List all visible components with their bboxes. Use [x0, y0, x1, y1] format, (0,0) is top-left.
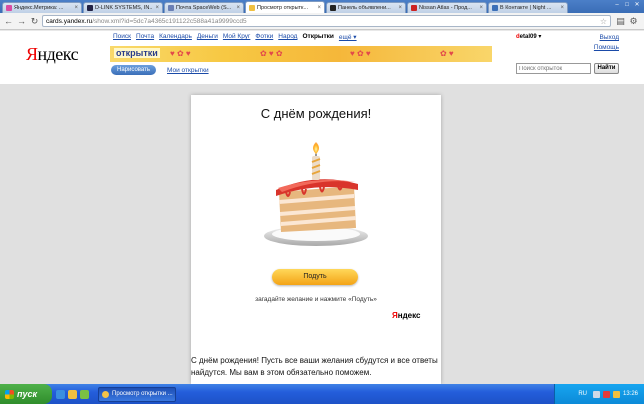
bookmark-star-icon[interactable]: ☆	[600, 17, 607, 26]
logout-link[interactable]: Выход	[594, 33, 619, 43]
tab-favicon-icon	[87, 5, 93, 11]
language-indicator[interactable]: RU	[578, 391, 587, 397]
forward-icon[interactable]: →	[16, 16, 27, 27]
start-label: пуск	[17, 389, 38, 399]
window-controls: – □ ✕	[612, 1, 642, 9]
browser-tab[interactable]: D-LINK SYSTEMS, IN... ×	[83, 2, 163, 13]
browser-tab[interactable]: Яндекс.Метрика: ... ×	[2, 2, 82, 13]
address-bar[interactable]: cards.yandex.ru/show.xml?id=5dc7a4365c19…	[42, 15, 611, 27]
greeting-card: С днём рождения! Подуть загадайте желани…	[191, 95, 441, 384]
nav-link[interactable]: Народ	[278, 33, 297, 41]
tab-favicon-icon	[249, 4, 255, 11]
web-page: Яндекс Поиск Почта Календарь Деньги Мой Круг…	[0, 31, 644, 384]
browser-tab[interactable]: Панель объявлени... ×	[326, 2, 406, 13]
browser-tab[interactable]: Просмотр открытк... ×	[245, 1, 325, 13]
back-icon[interactable]: ←	[3, 16, 14, 27]
minimize-icon[interactable]: –	[612, 1, 622, 9]
system-tray: RU 13:26	[554, 384, 644, 404]
clock: 13:26	[622, 391, 638, 397]
tab-favicon-icon	[168, 5, 174, 11]
quick-launch	[56, 389, 92, 399]
ie-icon[interactable]	[56, 389, 65, 399]
windows-taskbar: пуск Просмотр открытки ... RU 13:26	[0, 384, 644, 404]
tab-favicon-icon	[411, 5, 417, 11]
heart-decoration-icon: ♥ ✿ ♥	[170, 49, 191, 58]
banner-label[interactable]: открытки	[114, 48, 160, 58]
tab-close-icon[interactable]: ×	[74, 5, 78, 11]
nav-link[interactable]: Календарь	[159, 33, 192, 41]
browser-tab[interactable]: Nissan Atlas - Прод... ×	[407, 2, 487, 13]
browser-tab-strip: Яндекс.Метрика: ... × D-LINK SYSTEMS, IN..…	[0, 0, 644, 13]
tab-label: Яндекс.Метрика: ...	[14, 5, 64, 11]
url-domain: cards.yandex.ru	[46, 17, 93, 25]
flower-decoration-icon: ✿ ♥ ✿	[260, 49, 283, 58]
blow-button[interactable]: Подуть	[272, 269, 358, 285]
nav-link[interactable]: Деньги	[197, 33, 218, 41]
browser-toolbar: ← → ↻ cards.yandex.ru/show.xml?id=5dc7a4…	[0, 13, 644, 30]
wish-hint: загадайте желание и нажмите «Подуть»	[255, 296, 377, 303]
close-icon[interactable]: ✕	[632, 1, 642, 9]
birthday-cake-icon	[264, 142, 368, 246]
tab-label: В Контакте | Night ...	[500, 5, 552, 11]
my-cards-link[interactable]: Мои открытки	[167, 67, 209, 74]
top-links: Выход Помощь	[594, 33, 619, 53]
taskbar-window-browser[interactable]: Просмотр открытки ...	[98, 386, 176, 402]
browser-window-icon	[102, 390, 109, 398]
tab-close-icon[interactable]: ×	[317, 5, 321, 11]
browser-tab[interactable]: Почта SpaceWeb (S... ×	[164, 2, 244, 13]
explorer-icon[interactable]	[80, 389, 89, 399]
windows-flag-icon	[5, 389, 14, 399]
nav-link[interactable]: Почта	[136, 33, 154, 41]
tab-close-icon[interactable]: ×	[155, 5, 159, 11]
services-nav: Поиск Почта Календарь Деньги Мой Круг Фотки На…	[113, 33, 362, 41]
url-path: /show.xml?id=5dc7a4365c191122c588a41a999…	[92, 17, 247, 25]
volume-icon[interactable]	[612, 390, 620, 398]
card-title: С днём рождения!	[260, 106, 372, 121]
tab-close-icon[interactable]: ×	[398, 5, 402, 11]
nav-link[interactable]: Мой Круг	[223, 33, 251, 41]
start-button[interactable]: пуск	[0, 384, 52, 404]
nav-link[interactable]: ещё ▾	[339, 33, 357, 41]
cards-banner: открытки ♥ ✿ ♥ ✿ ♥ ✿ ♥ ✿ ♥ ✿ ♥	[110, 46, 492, 62]
tab-label: Почта SpaceWeb (S...	[176, 5, 232, 11]
tab-label: D-LINK SYSTEMS, IN...	[95, 5, 154, 11]
tab-label: Панель объявлени...	[338, 5, 391, 11]
tab-close-icon[interactable]: ×	[236, 5, 240, 11]
wrench-icon[interactable]: ⚙	[628, 16, 639, 27]
tab-favicon-icon	[492, 5, 498, 11]
tab-label: Просмотр открытк...	[257, 4, 309, 11]
maximize-icon[interactable]: □	[622, 1, 632, 9]
tab-label: Nissan Atlas - Прод...	[419, 5, 472, 11]
network-icon[interactable]	[592, 390, 600, 398]
yandex-logo[interactable]: Яндекс	[26, 44, 79, 65]
search-input[interactable]	[516, 63, 591, 74]
tab-close-icon[interactable]: ×	[560, 5, 564, 11]
nav-link[interactable]: Поиск	[113, 33, 131, 41]
tab-favicon-icon	[6, 5, 12, 11]
flower-decoration-icon: ✿ ♥	[440, 49, 454, 58]
user-menu[interactable]: detal09 ▾	[516, 33, 541, 40]
nav-link[interactable]: Открытки	[302, 33, 333, 41]
card-message: С днём рождения! Пусть все ваши желания …	[191, 355, 441, 379]
tab-favicon-icon	[330, 5, 336, 11]
page-menu-icon[interactable]: ▤	[615, 16, 626, 27]
logo-rest: ндекс	[37, 44, 79, 64]
search-button[interactable]: Найти	[594, 63, 619, 74]
security-icon[interactable]	[602, 390, 610, 398]
card-brand-logo: Яндекс	[392, 311, 421, 320]
logo-first-letter: Я	[26, 44, 38, 64]
reload-icon[interactable]: ↻	[29, 16, 40, 27]
tab-close-icon[interactable]: ×	[479, 5, 483, 11]
heart-decoration-icon: ♥ ✿ ♥	[350, 49, 371, 58]
chrome-icon[interactable]	[68, 389, 77, 399]
browser-tab[interactable]: В Контакте | Night ... ×	[488, 2, 568, 13]
nav-link[interactable]: Фотки	[255, 33, 273, 41]
help-link[interactable]: Помощь	[594, 43, 619, 53]
draw-button[interactable]: Нарисовать	[111, 65, 156, 75]
